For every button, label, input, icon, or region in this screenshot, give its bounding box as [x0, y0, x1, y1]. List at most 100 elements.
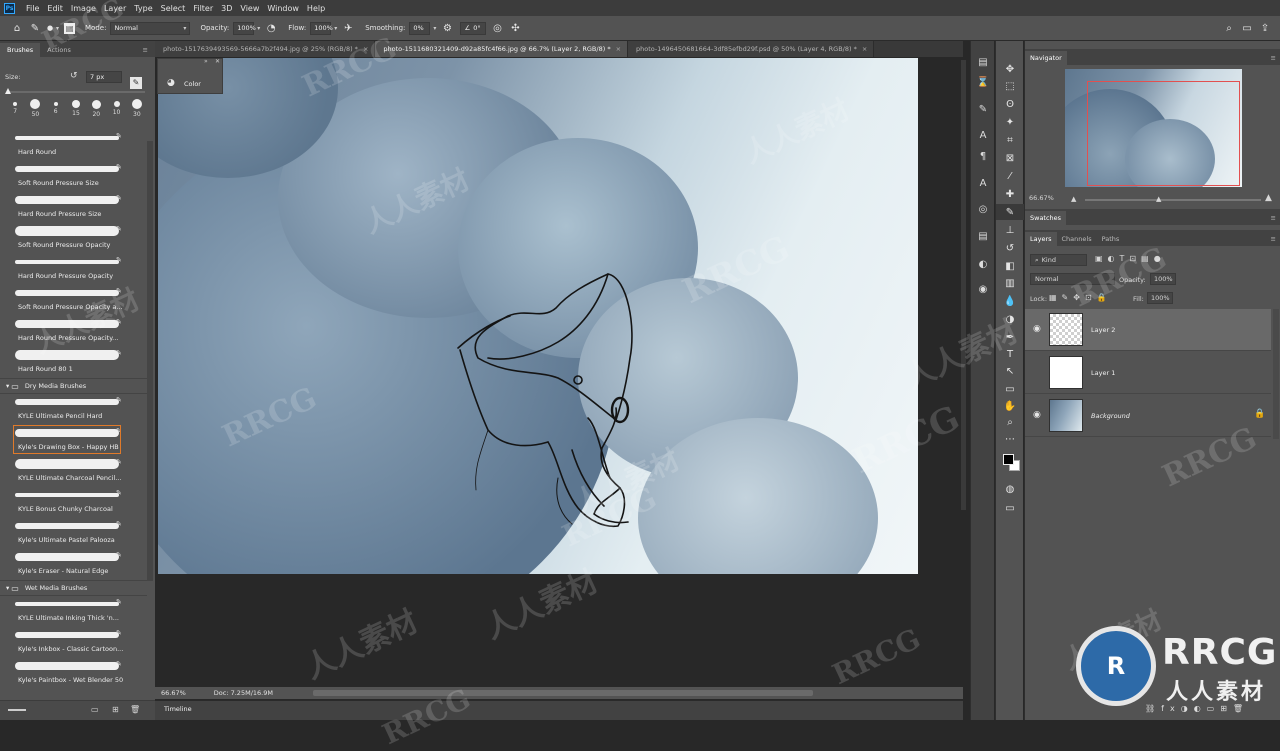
tab-paths[interactable]: Paths	[1097, 232, 1125, 246]
color-panel[interactable]: » ✕ ◕ Color	[157, 58, 223, 94]
flow-input[interactable]: 100%	[310, 21, 333, 35]
reset-size-icon[interactable]: ↺	[70, 71, 78, 81]
zoom-readout[interactable]: 66.67%	[161, 689, 186, 697]
airbrush-icon[interactable]: ✈	[341, 21, 355, 35]
foreground-color-swatch[interactable]	[1003, 454, 1014, 465]
paragraph-icon[interactable]: ¶	[971, 148, 995, 164]
layers-scrollbar[interactable]	[1273, 309, 1279, 439]
brush-item[interactable]: ✎ KYLE Ultimate Charcoal Pencil...	[0, 456, 147, 487]
layer-row[interactable]: Layer 1	[1025, 352, 1271, 394]
pressure-opacity-icon[interactable]: ◔	[264, 21, 278, 35]
tab-actions[interactable]: Actions	[40, 43, 78, 57]
gradient-icon[interactable]: ▥	[996, 275, 1024, 291]
menu-layer[interactable]: Layer	[100, 4, 130, 13]
menu-edit[interactable]: Edit	[43, 4, 67, 13]
brush-group[interactable]: ▾ ▭ Dry Media Brushes	[0, 378, 147, 394]
home-icon[interactable]: ⌂	[10, 21, 24, 35]
tab-swatches[interactable]: Swatches	[1025, 211, 1067, 225]
smoothing-input[interactable]: 0%	[409, 21, 431, 35]
hand-tool-icon[interactable]: ✋	[996, 398, 1024, 414]
menu-filter[interactable]: Filter	[189, 4, 217, 13]
blur-tool-icon[interactable]: 💧	[996, 293, 1024, 309]
marquee-tool-icon[interactable]: ⬚	[996, 78, 1024, 94]
path-select-icon[interactable]: ↖	[996, 363, 1024, 379]
delete-brush-icon[interactable]: 🗑	[130, 705, 140, 714]
brush-item[interactable]: ✎ Hard Round Pressure Opacity	[0, 254, 147, 285]
menu-image[interactable]: Image	[67, 4, 100, 13]
move-tool-icon[interactable]: ✥	[996, 61, 1024, 77]
new-group-icon[interactable]: ▭	[91, 705, 99, 714]
zoom-out-icon[interactable]: ▲	[1071, 195, 1076, 203]
frame-tool-icon[interactable]: ⊠	[996, 150, 1024, 166]
expand-panel-icon[interactable]: »	[204, 58, 208, 65]
brush-preset[interactable]: 15	[68, 98, 84, 120]
zoom-slider-handle[interactable]: ▲	[1156, 195, 1161, 203]
brush-preset[interactable]: 10	[109, 98, 125, 120]
brush-item[interactable]: ✎ Kyle's Eraser - Natural Edge	[0, 549, 147, 580]
menu-view[interactable]: View	[236, 4, 263, 13]
smoothing-gear-icon[interactable]: ⚙	[440, 21, 454, 35]
pressure-size-icon[interactable]: ◎	[490, 21, 504, 35]
brush-item[interactable]: ✎ Hard Round Pressure Opacity...	[0, 316, 147, 347]
horizontal-scrollbar[interactable]	[312, 690, 813, 696]
libraries-icon[interactable]: ▤	[971, 54, 995, 70]
menu-file[interactable]: File	[22, 4, 43, 13]
close-panel-icon[interactable]: ✕	[215, 58, 220, 65]
chevron-down-icon[interactable]: ▾	[6, 382, 9, 390]
canvas-image[interactable]	[158, 58, 918, 574]
layer-opacity-input[interactable]: 100%	[1150, 273, 1176, 285]
brush-list-scrollbar[interactable]	[147, 141, 153, 581]
lasso-tool-icon[interactable]: ʘ	[996, 96, 1024, 112]
brush-item[interactable]: ✎ Kyle's Drawing Box - Happy HB	[0, 425, 147, 456]
menu-type[interactable]: Type	[130, 4, 156, 13]
menu-3d[interactable]: 3D	[217, 4, 236, 13]
layer-row[interactable]: ◉ Layer 2	[1025, 309, 1271, 351]
healing-brush-icon[interactable]: ✚	[996, 186, 1024, 202]
navigator-zoom[interactable]: 66.67%	[1029, 194, 1054, 202]
brush-preset-picker[interactable]: ● ▾	[46, 21, 60, 35]
brush-item[interactable]: ✎ Soft Round Pressure Size	[0, 161, 147, 192]
history-icon[interactable]: ⌛	[971, 74, 995, 90]
layers-menu-icon[interactable]: ≡	[1266, 232, 1280, 246]
menu-window[interactable]: Window	[263, 4, 303, 13]
dodge-tool-icon[interactable]: ◑	[996, 311, 1024, 327]
more-tools-icon[interactable]: ⋯	[996, 431, 1024, 447]
brush-item[interactable]: ✎ Hard Round	[0, 130, 147, 161]
tab-navigator[interactable]: Navigator	[1025, 51, 1067, 65]
brush-item[interactable]: ✎ Hard Round Pressure Size	[0, 192, 147, 223]
brush-tool-icon[interactable]: ✎	[996, 204, 1024, 220]
properties-icon[interactable]: ▤	[971, 228, 995, 244]
tab-document[interactable]: photo-1496450681664-3df85efbd29f.psd @ 5…	[628, 41, 875, 57]
new-brush-button-icon[interactable]: ⊞	[112, 705, 119, 714]
navigator-thumbnail[interactable]	[1065, 69, 1242, 187]
flow-chevron-icon[interactable]: ▾	[334, 25, 337, 32]
vertical-scrollbar[interactable]	[961, 60, 966, 510]
type-tool-icon[interactable]: T	[996, 346, 1024, 362]
brush-settings-panel-icon[interactable]: ✎	[971, 101, 995, 117]
brush-item[interactable]: ✎ Hard Round 80 1	[0, 347, 147, 378]
opacity-input[interactable]: 100%	[233, 21, 256, 35]
brush-preset[interactable]: 6	[48, 98, 64, 120]
blend-mode-select[interactable]: Normal	[1030, 273, 1115, 285]
brush-item[interactable]: ✎ KYLE Ultimate Inking Thick 'n...	[0, 596, 147, 627]
tab-document[interactable]: photo-1517639493569-5666a7b2f494.jpg @ 2…	[155, 41, 376, 57]
magic-wand-icon[interactable]: ✦	[996, 114, 1024, 130]
brush-item[interactable]: ✎ Soft Round Pressure Opacity	[0, 223, 147, 254]
learn-icon[interactable]: ◐	[971, 256, 995, 272]
menu-select[interactable]: Select	[157, 4, 190, 13]
close-tab-icon[interactable]: ×	[616, 45, 621, 53]
panel-menu-icon[interactable]: ≡	[136, 43, 155, 57]
visibility-eye-icon[interactable]: ◉	[1033, 324, 1041, 334]
timeline-panel[interactable]: Timeline	[155, 700, 963, 720]
quick-mask-icon[interactable]: ◍	[996, 481, 1024, 497]
stamp-tool-icon[interactable]: ⊥	[996, 222, 1024, 238]
close-tab-icon[interactable]: ×	[862, 45, 867, 53]
size-slider-handle[interactable]	[5, 88, 11, 94]
symmetry-icon[interactable]: ✣	[508, 21, 522, 35]
brush-item[interactable]: ✎ Kyle's Ultimate Pastel Palooza	[0, 518, 147, 549]
adjustments-icon[interactable]: ◎	[971, 201, 995, 217]
search-icon[interactable]: ⌕	[1222, 21, 1236, 35]
tab-brushes[interactable]: Brushes	[0, 43, 41, 57]
chevron-down-icon[interactable]: ▾	[6, 584, 9, 592]
brush-item[interactable]: ✎Kyle's Real Oils - 01	[0, 689, 147, 690]
